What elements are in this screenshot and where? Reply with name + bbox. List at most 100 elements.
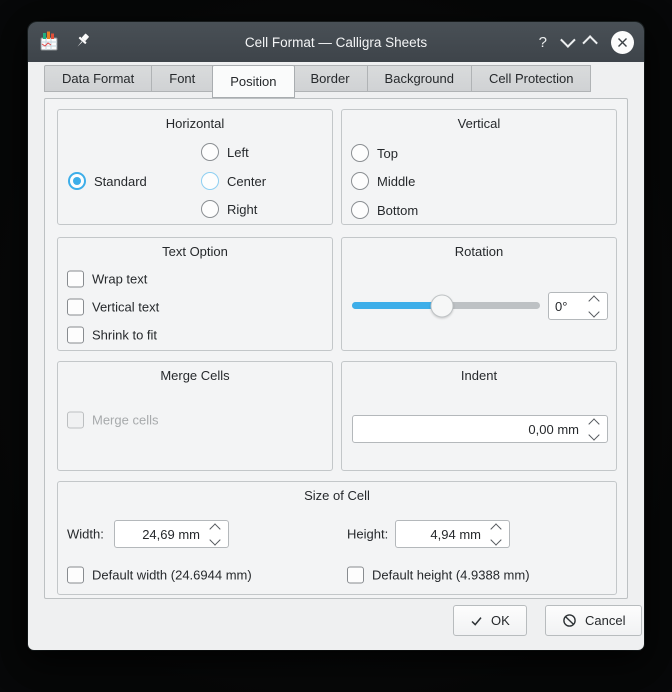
app-icon (38, 30, 60, 55)
group-text-option: Text Option Wrap text Vertical text Shri… (57, 237, 333, 351)
indent-value[interactable]: 0,00 mm (353, 422, 585, 437)
checkbox-default-height-label: Default height (4.9388 mm) (372, 568, 530, 583)
group-merge-cells: Merge Cells Merge cells (57, 361, 333, 471)
dialog-content: Data Format Font Position Border Backgro… (28, 62, 644, 650)
cancel-button[interactable]: Cancel (545, 605, 642, 636)
tab-cell-protection[interactable]: Cell Protection (472, 65, 592, 92)
close-button[interactable] (611, 31, 634, 54)
checkbox-default-height-icon[interactable] (347, 567, 364, 584)
checkbox-shrink-to-fit-icon[interactable] (67, 327, 84, 344)
checkbox-shrink-to-fit[interactable]: Shrink to fit (67, 327, 157, 344)
group-title: Merge Cells (58, 368, 332, 383)
radio-middle[interactable]: Middle (351, 172, 415, 190)
spinner-arrows[interactable] (206, 522, 228, 547)
group-horizontal: Horizontal Standard Left Center (57, 109, 333, 225)
radio-top-icon[interactable] (351, 144, 369, 162)
checkbox-default-height[interactable]: Default height (4.9388 mm) (347, 567, 530, 584)
spinner-arrows[interactable] (487, 522, 509, 547)
pin-icon[interactable] (72, 31, 92, 54)
indent-spinbox[interactable]: 0,00 mm (352, 415, 608, 443)
width-label: Width: (67, 527, 104, 542)
group-title: Rotation (342, 244, 616, 259)
checkbox-vertical-text-icon[interactable] (67, 299, 84, 316)
height-value[interactable]: 4,94 mm (396, 527, 487, 542)
spin-down-icon[interactable] (588, 429, 599, 440)
maximize-button[interactable] (586, 35, 597, 50)
checkbox-shrink-to-fit-label: Shrink to fit (92, 328, 157, 343)
checkbox-vertical-text[interactable]: Vertical text (67, 299, 159, 316)
radio-standard-icon[interactable] (68, 172, 86, 190)
spin-up-icon[interactable] (588, 418, 599, 429)
rotation-slider[interactable] (352, 294, 540, 317)
checkbox-merge-cells-icon (67, 412, 84, 429)
group-title: Text Option (58, 244, 332, 259)
tab-position[interactable]: Position (212, 65, 294, 98)
checkbox-default-width-label: Default width (24.6944 mm) (92, 568, 252, 583)
spin-up-icon[interactable] (209, 523, 220, 534)
spin-down-icon[interactable] (490, 534, 501, 545)
rotation-spinbox[interactable]: 0° (548, 292, 608, 320)
width-spinbox[interactable]: 24,69 mm (114, 520, 229, 548)
group-title: Indent (342, 368, 616, 383)
tab-data-format[interactable]: Data Format (44, 65, 152, 92)
height-label: Height: (347, 527, 388, 542)
close-icon (617, 37, 628, 48)
position-tab-panel: Horizontal Standard Left Center (44, 98, 628, 599)
group-vertical: Vertical Top Middle Bottom (341, 109, 617, 225)
titlebar[interactable]: Cell Format — Calligra Sheets (28, 22, 644, 62)
radio-bottom-icon[interactable] (351, 201, 369, 219)
radio-standard[interactable]: Standard (68, 172, 147, 190)
spinner-arrows[interactable] (585, 294, 607, 319)
radio-standard-label: Standard (94, 174, 147, 189)
group-indent: Indent 0,00 mm (341, 361, 617, 471)
screenshot-background: Cell Format — Calligra Sheets (0, 0, 672, 692)
spin-down-icon[interactable] (209, 534, 220, 545)
rotation-slider-handle[interactable] (431, 294, 454, 317)
cancel-button-label: Cancel (585, 613, 625, 628)
spinner-arrows[interactable] (585, 417, 607, 442)
rotation-value[interactable]: 0° (549, 299, 585, 314)
minimize-button[interactable] (561, 35, 572, 50)
radio-left-icon[interactable] (201, 143, 219, 161)
radio-top[interactable]: Top (351, 144, 398, 162)
group-title: Vertical (342, 116, 616, 131)
tab-background[interactable]: Background (368, 65, 472, 92)
checkbox-merge-cells: Merge cells (67, 412, 158, 429)
width-value[interactable]: 24,69 mm (115, 527, 206, 542)
radio-middle-icon[interactable] (351, 172, 369, 190)
help-button[interactable]: ? (539, 35, 547, 50)
spin-up-icon[interactable] (490, 523, 501, 534)
radio-right-label: Right (227, 202, 257, 217)
spin-up-icon[interactable] (588, 295, 599, 306)
checkbox-wrap-text-icon[interactable] (67, 271, 84, 288)
checkbox-vertical-text-label: Vertical text (92, 300, 159, 315)
checkbox-default-width[interactable]: Default width (24.6944 mm) (67, 567, 252, 584)
chevron-down-icon (560, 32, 576, 48)
radio-left-label: Left (227, 145, 249, 160)
radio-bottom[interactable]: Bottom (351, 201, 418, 219)
radio-top-label: Top (377, 146, 398, 161)
height-spinbox[interactable]: 4,94 mm (395, 520, 510, 548)
radio-right-icon[interactable] (201, 200, 219, 218)
spin-down-icon[interactable] (588, 306, 599, 317)
radio-bottom-label: Bottom (377, 203, 418, 218)
checkbox-wrap-text[interactable]: Wrap text (67, 271, 147, 288)
rotation-slider-track[interactable] (352, 302, 540, 309)
radio-center-icon[interactable] (201, 172, 219, 190)
tab-font[interactable]: Font (152, 65, 213, 92)
cancel-icon (562, 613, 577, 628)
checkbox-default-width-icon[interactable] (67, 567, 84, 584)
group-title: Horizontal (58, 116, 332, 131)
dialog-window: Cell Format — Calligra Sheets (28, 22, 644, 650)
tab-border[interactable]: Border (294, 65, 368, 92)
radio-right[interactable]: Right (201, 200, 257, 218)
check-icon (470, 615, 483, 627)
ok-button[interactable]: OK (453, 605, 527, 636)
radio-middle-label: Middle (377, 174, 415, 189)
rotation-slider-fill (352, 302, 442, 309)
radio-center[interactable]: Center (201, 172, 266, 190)
tab-bar: Data Format Font Position Border Backgro… (44, 65, 591, 98)
radio-left[interactable]: Left (201, 143, 249, 161)
group-rotation: Rotation 0° (341, 237, 617, 351)
checkbox-merge-cells-label: Merge cells (92, 413, 158, 428)
